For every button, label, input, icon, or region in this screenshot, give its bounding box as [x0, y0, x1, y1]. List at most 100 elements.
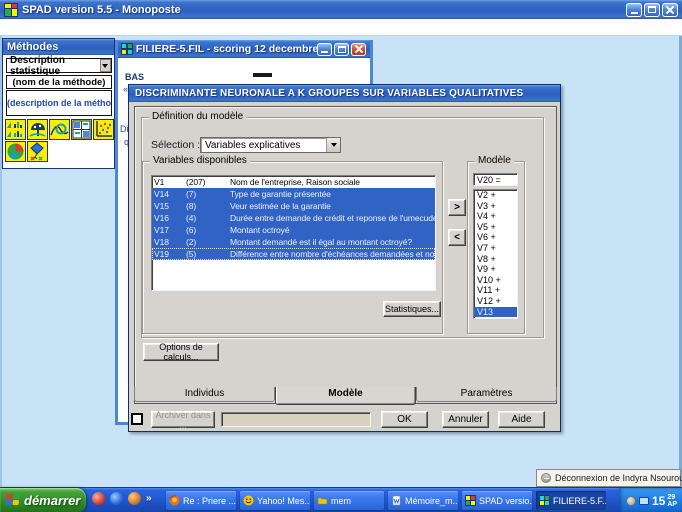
archive-checkbox[interactable] — [131, 413, 143, 425]
model-item[interactable]: V4 + — [474, 211, 517, 222]
filiere-title: FILIERE-5.FIL - scoring 12 decembre — [136, 43, 317, 55]
model-item[interactable]: V12 + — [474, 296, 517, 307]
task-button-mail[interactable]: Re : Priere ... — [166, 491, 236, 510]
task-button-filiere[interactable]: FILIERE-5.F... — [536, 491, 606, 510]
tray-status-icon[interactable] — [626, 496, 636, 506]
internet-explorer-icon[interactable] — [110, 492, 123, 505]
browser-icon[interactable] — [128, 492, 141, 505]
maximize-icon[interactable] — [644, 3, 660, 17]
archive-button[interactable]: Archiver dans ... — [151, 411, 215, 428]
task-button-yahoo[interactable]: Yahoo! Mes... — [240, 491, 310, 510]
filiere-titlebar[interactable]: FILIERE-5.FIL - scoring 12 decembre — [118, 40, 370, 58]
tray-display-icon[interactable] — [639, 497, 649, 505]
model-listbox[interactable]: V2 + V3 + V4 + V5 + V6 + V7 + V8 + V9 + … — [473, 189, 518, 319]
tab-parametres[interactable]: Paramètres — [416, 387, 557, 402]
kite-icon[interactable] — [27, 141, 48, 162]
table-icon[interactable] — [71, 119, 92, 140]
close-icon[interactable] — [662, 3, 678, 17]
variable-row[interactable]: V17(6)Montant octroyé — [152, 224, 435, 236]
task-button-word[interactable]: Mémoire_m... — [388, 491, 458, 510]
disconnect-text: Déconnexion de Indyra Nsourou — [555, 473, 682, 483]
method-name-box: (nom de la méthode) — [6, 75, 112, 89]
tab-individus[interactable]: Individus — [134, 387, 275, 402]
variable-row[interactable]: V18(2)Montant demandé est il égal au mon… — [152, 236, 435, 248]
scatter-icon[interactable] — [93, 119, 114, 140]
filiere-minimize-icon[interactable] — [317, 43, 332, 56]
variable-row[interactable]: V14(7)Type de garantie présentée — [152, 188, 435, 200]
tray-clock[interactable]: 15 29 AP — [652, 494, 677, 508]
filiere-close-icon[interactable] — [351, 43, 366, 56]
variable-row[interactable]: V19(5)Différence entre nombre d'échéance… — [152, 248, 435, 260]
model-target-field[interactable]: V20 = — [473, 173, 518, 186]
help-button[interactable]: Aide — [498, 411, 545, 428]
chevron-down-icon[interactable] — [100, 59, 111, 72]
dialog-tabs: Individus Modèle Paramètres — [134, 387, 557, 405]
pie-chart-icon[interactable] — [5, 141, 26, 162]
selection-value: Variables explicatives — [205, 140, 300, 151]
task-button-folder[interactable]: mem — [314, 491, 384, 510]
system-tray: 15 29 AP — [619, 488, 682, 512]
calculation-options-button[interactable]: Options de calculs... — [143, 343, 219, 361]
variables-listbox[interactable]: V1(207)Nom de l'entreprise, Raison socia… — [151, 175, 436, 291]
move-left-button[interactable]: < — [448, 229, 466, 246]
method-description-box: (description de la méthode) — [6, 90, 112, 116]
variable-row[interactable]: V15(8)Veur estimée de la garantie — [152, 200, 435, 212]
dialog-title: DISCRIMINANTE NEURONALE A K GROUPES SUR … — [135, 88, 523, 99]
umbrella-icon[interactable] — [27, 119, 48, 140]
quick-launch-overflow-icon[interactable]: » — [146, 493, 152, 504]
firefox-icon — [169, 495, 180, 506]
selection-label: Sélection : — [151, 139, 200, 151]
variable-row[interactable]: V16(4)Durée entre demande de crédit et r… — [152, 212, 435, 224]
start-button[interactable]: démarrer — [0, 488, 86, 512]
task-button-spad[interactable]: SPAD versio... — [462, 491, 532, 510]
discriminante-dialog: DISCRIMINANTE NEURONALE A K GROUPES SUR … — [128, 84, 561, 432]
curve-icon[interactable] — [49, 119, 70, 140]
disconnect-notification[interactable]: Déconnexion de Indyra Nsourou — [536, 469, 681, 487]
definition-groupbox-label: Définition du modèle — [149, 111, 246, 123]
method-icon-grid — [5, 119, 115, 162]
filiere-toolbar-fragment — [253, 73, 272, 77]
move-right-button[interactable]: > — [448, 199, 466, 216]
archive-path-field[interactable] — [221, 412, 371, 427]
folder-icon — [317, 495, 328, 506]
word-document-icon — [391, 495, 402, 506]
model-item[interactable]: V11 + — [474, 285, 517, 296]
filiere-icon — [539, 495, 550, 506]
spad-app-icon — [4, 3, 18, 17]
model-item[interactable]: V8 + — [474, 254, 517, 265]
dialog-titlebar[interactable]: DISCRIMINANTE NEURONALE A K GROUPES SUR … — [129, 85, 560, 102]
model-item[interactable]: V2 + — [474, 190, 517, 201]
model-groupbox-label: Modèle — [475, 155, 514, 167]
quick-launch: » — [92, 492, 152, 505]
selection-dropdown[interactable]: Variables explicatives — [200, 137, 341, 153]
model-item[interactable]: V5 + — [474, 222, 517, 233]
menu-bar[interactable] — [0, 19, 682, 36]
variable-row[interactable]: V1(207)Nom de l'entreprise, Raison socia… — [152, 176, 435, 188]
cancel-button[interactable]: Annuler — [442, 411, 489, 428]
main-window-titlebar[interactable]: SPAD version 5.5 - Monoposte — [0, 0, 682, 19]
histogram-icon[interactable] — [5, 119, 26, 140]
methodes-panel-titlebar[interactable]: Méthodes — [3, 39, 114, 55]
methodes-panel-title: Méthodes — [7, 41, 58, 53]
taskbar: démarrer » Re : Priere ... Yahoo! Mes...… — [0, 487, 682, 512]
chevron-down-icon[interactable] — [326, 138, 340, 152]
disconnect-icon — [541, 473, 551, 483]
model-item[interactable]: V3 + — [474, 201, 517, 212]
statistics-button[interactable]: Statistiques... — [383, 301, 441, 317]
screen: SPAD version 5.5 - Monoposte Méthodes De… — [0, 0, 682, 512]
model-item[interactable]: V13 — [474, 307, 517, 318]
model-item[interactable]: V9 + — [474, 264, 517, 275]
main-window-title: SPAD version 5.5 - Monoposte — [22, 4, 181, 16]
minimize-icon[interactable] — [626, 3, 642, 17]
tab-modele[interactable]: Modèle — [275, 387, 416, 405]
filiere-app-icon — [121, 43, 133, 55]
model-item[interactable]: V6 + — [474, 232, 517, 243]
model-item[interactable]: V10 + — [474, 275, 517, 286]
ok-button[interactable]: OK — [381, 411, 428, 428]
messenger-icon[interactable] — [92, 492, 105, 505]
model-item[interactable]: V7 + — [474, 243, 517, 254]
spad-icon — [465, 495, 476, 506]
method-family-dropdown[interactable]: Description statistique — [6, 58, 112, 73]
filiere-maximize-icon[interactable] — [334, 43, 349, 56]
windows-logo-icon — [5, 494, 20, 507]
